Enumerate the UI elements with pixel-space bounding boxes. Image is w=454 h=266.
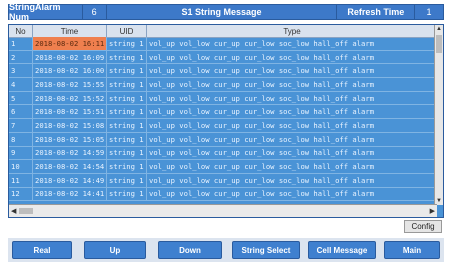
cell-type: vol_up vol_low cur_up cur_low soc_low ha… <box>149 52 375 62</box>
cell-time: 2018-08-02 15:05:52 <box>33 132 107 146</box>
alarm-num-value: 6 <box>83 5 107 19</box>
cell-uid: string 1 <box>107 50 147 64</box>
cell-time: 2018-08-02 14:49:46 <box>33 173 107 187</box>
cell-time: 2018-08-02 15:52:40 <box>33 91 107 105</box>
table-row[interactable]: 62018-08-02 15:51:15string 1vol_up vol_l… <box>9 105 437 120</box>
cell-no: 7 <box>9 119 33 132</box>
column-header-uid: UID <box>107 25 147 37</box>
cell-uid: string 1 <box>107 146 147 160</box>
cell-uid: string 1 <box>107 78 147 91</box>
up-button[interactable]: Up <box>84 241 146 259</box>
scroll-right-icon[interactable]: ▶ <box>430 207 435 215</box>
column-header-type: Type <box>283 26 301 36</box>
table-row[interactable]: 72018-08-02 15:08:37string 1vol_up vol_l… <box>9 119 437 133</box>
cell-time: 2018-08-02 16:00:26 <box>33 64 107 78</box>
cell-type: vol_up vol_low cur_up cur_low soc_low ha… <box>149 107 375 117</box>
cell-type: vol_up vol_low cur_up cur_low soc_low ha… <box>149 79 375 89</box>
cell-no: 4 <box>9 78 33 91</box>
cell-uid: string 1 <box>107 187 147 201</box>
cell-time: 2018-08-02 15:51:15 <box>33 105 107 119</box>
cell-no: 5 <box>9 91 33 105</box>
cell-uid: string 1 <box>107 64 147 78</box>
cell-time: 2018-08-02 16:09:51 <box>33 50 107 64</box>
cell-uid: string 1 <box>107 119 147 132</box>
cell-type: vol_up vol_low cur_up cur_low soc_low ha… <box>149 120 375 130</box>
cell-time: 2018-08-02 14:59:27 <box>33 146 107 160</box>
cell-uid: string 1 <box>107 173 147 187</box>
cell-time: 2018-08-02 14:41:19 <box>33 187 107 201</box>
cell-no: 2 <box>9 50 33 64</box>
table-row[interactable]: 92018-08-02 14:59:27string 1vol_up vol_l… <box>9 146 437 161</box>
cell-time: 2018-08-02 16:11:57 <box>33 37 107 50</box>
column-header-time: Time <box>33 25 107 37</box>
alarm-num-label: StringAlarm Num <box>9 2 83 22</box>
cell-type: vol_up vol_low cur_up cur_low soc_low ha… <box>149 93 375 103</box>
cell-type: vol_up vol_low cur_up cur_low soc_low ha… <box>149 148 375 158</box>
cell-no: 1 <box>9 37 33 50</box>
table-row[interactable]: 122018-08-02 14:41:19string 1vol_up vol_… <box>9 187 437 202</box>
table-row[interactable]: 82018-08-02 15:05:52string 1vol_up vol_l… <box>9 132 437 147</box>
table-row[interactable]: 102018-08-02 14:54:47string 1vol_up vol_… <box>9 160 437 174</box>
cell-no: 11 <box>9 173 33 187</box>
cell-time: 2018-08-02 15:08:37 <box>33 119 107 132</box>
cell-time: 2018-08-02 15:55:35 <box>33 78 107 91</box>
page-title: S1 String Message <box>107 5 338 19</box>
cell-no: 8 <box>9 132 33 146</box>
scroll-thumb-horizontal[interactable] <box>19 208 33 214</box>
table-body: 12018-08-02 16:11:57string 1vol_up vol_l… <box>9 37 437 202</box>
cell-message-button[interactable]: Cell Message <box>308 241 376 259</box>
table-row[interactable]: 52018-08-02 15:52:40string 1vol_up vol_l… <box>9 91 437 106</box>
scroll-left-icon[interactable]: ◀ <box>11 207 16 215</box>
cell-uid: string 1 <box>107 91 147 105</box>
cell-type: vol_up vol_low cur_up cur_low soc_low ha… <box>149 175 375 185</box>
table-row[interactable]: 32018-08-02 16:00:26string 1vol_up vol_l… <box>9 64 437 79</box>
horizontal-scrollbar[interactable]: ◀ ▶ <box>9 204 437 217</box>
config-button[interactable]: Config <box>404 220 442 233</box>
refresh-time-value[interactable]: 1 <box>415 5 443 19</box>
vertical-scrollbar[interactable]: ▲ ▼ <box>434 25 443 205</box>
table-row[interactable]: 112018-08-02 14:49:46string 1vol_up vol_… <box>9 173 437 188</box>
status-bar: StringAlarm Num 6 S1 String Message Refr… <box>8 2 444 22</box>
real-button[interactable]: Real <box>12 241 72 259</box>
refresh-time-label: Refresh Time <box>337 5 416 19</box>
down-button[interactable]: Down <box>158 241 222 259</box>
button-bar: Real Up Down String Select Cell Message … <box>8 238 444 262</box>
cell-uid: string 1 <box>107 132 147 146</box>
alarm-table: No Time UID Type 12018-08-02 16:11:57str… <box>8 24 444 218</box>
scroll-thumb[interactable] <box>436 35 442 53</box>
cell-no: 3 <box>9 64 33 78</box>
cell-time: 2018-08-02 14:54:47 <box>33 160 107 173</box>
cell-type: vol_up vol_low cur_up cur_low soc_low ha… <box>149 38 375 48</box>
cell-type: vol_up vol_low cur_up cur_low soc_low ha… <box>149 162 375 172</box>
cell-no: 12 <box>9 187 33 201</box>
main-button[interactable]: Main <box>384 241 440 259</box>
cell-no: 10 <box>9 160 33 173</box>
table-row[interactable]: 12018-08-02 16:11:57string 1vol_up vol_l… <box>9 37 437 51</box>
table-row[interactable]: 42018-08-02 15:55:35string 1vol_up vol_l… <box>9 78 437 92</box>
cell-type: vol_up vol_low cur_up cur_low soc_low ha… <box>149 134 375 144</box>
cell-no: 6 <box>9 105 33 119</box>
cell-uid: string 1 <box>107 160 147 173</box>
cell-uid: string 1 <box>107 37 147 50</box>
cell-uid: string 1 <box>107 105 147 119</box>
cell-no: 9 <box>9 146 33 160</box>
cell-type: vol_up vol_low cur_up cur_low soc_low ha… <box>149 189 375 199</box>
cell-type: vol_up vol_low cur_up cur_low soc_low ha… <box>149 66 375 76</box>
string-select-button[interactable]: String Select <box>232 241 300 259</box>
table-row[interactable]: 22018-08-02 16:09:51string 1vol_up vol_l… <box>9 50 437 65</box>
scroll-up-icon[interactable]: ▲ <box>435 25 443 33</box>
column-header-no: No <box>9 25 33 37</box>
